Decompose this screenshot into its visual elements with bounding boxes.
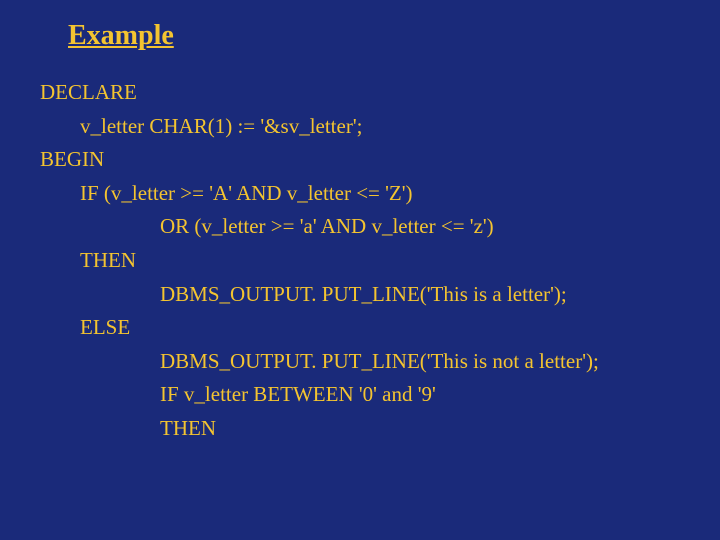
- code-line: v_letter CHAR(1) := '&sv_letter';: [40, 110, 680, 144]
- code-line: DBMS_OUTPUT. PUT_LINE('This is a letter'…: [40, 278, 680, 312]
- code-line: THEN: [40, 412, 680, 446]
- code-line: DBMS_OUTPUT. PUT_LINE('This is not a let…: [40, 345, 680, 379]
- code-line: OR (v_letter >= 'a' AND v_letter <= 'z'): [40, 210, 680, 244]
- code-block: DECLARE v_letter CHAR(1) := '&sv_letter'…: [40, 76, 680, 446]
- code-line: IF (v_letter >= 'A' AND v_letter <= 'Z'): [40, 177, 680, 211]
- code-line: DECLARE: [40, 76, 680, 110]
- code-line: BEGIN: [40, 143, 680, 177]
- code-line: IF v_letter BETWEEN '0' and '9': [40, 378, 680, 412]
- code-line: THEN: [40, 244, 680, 278]
- code-line: ELSE: [40, 311, 680, 345]
- slide-title: Example: [68, 20, 680, 52]
